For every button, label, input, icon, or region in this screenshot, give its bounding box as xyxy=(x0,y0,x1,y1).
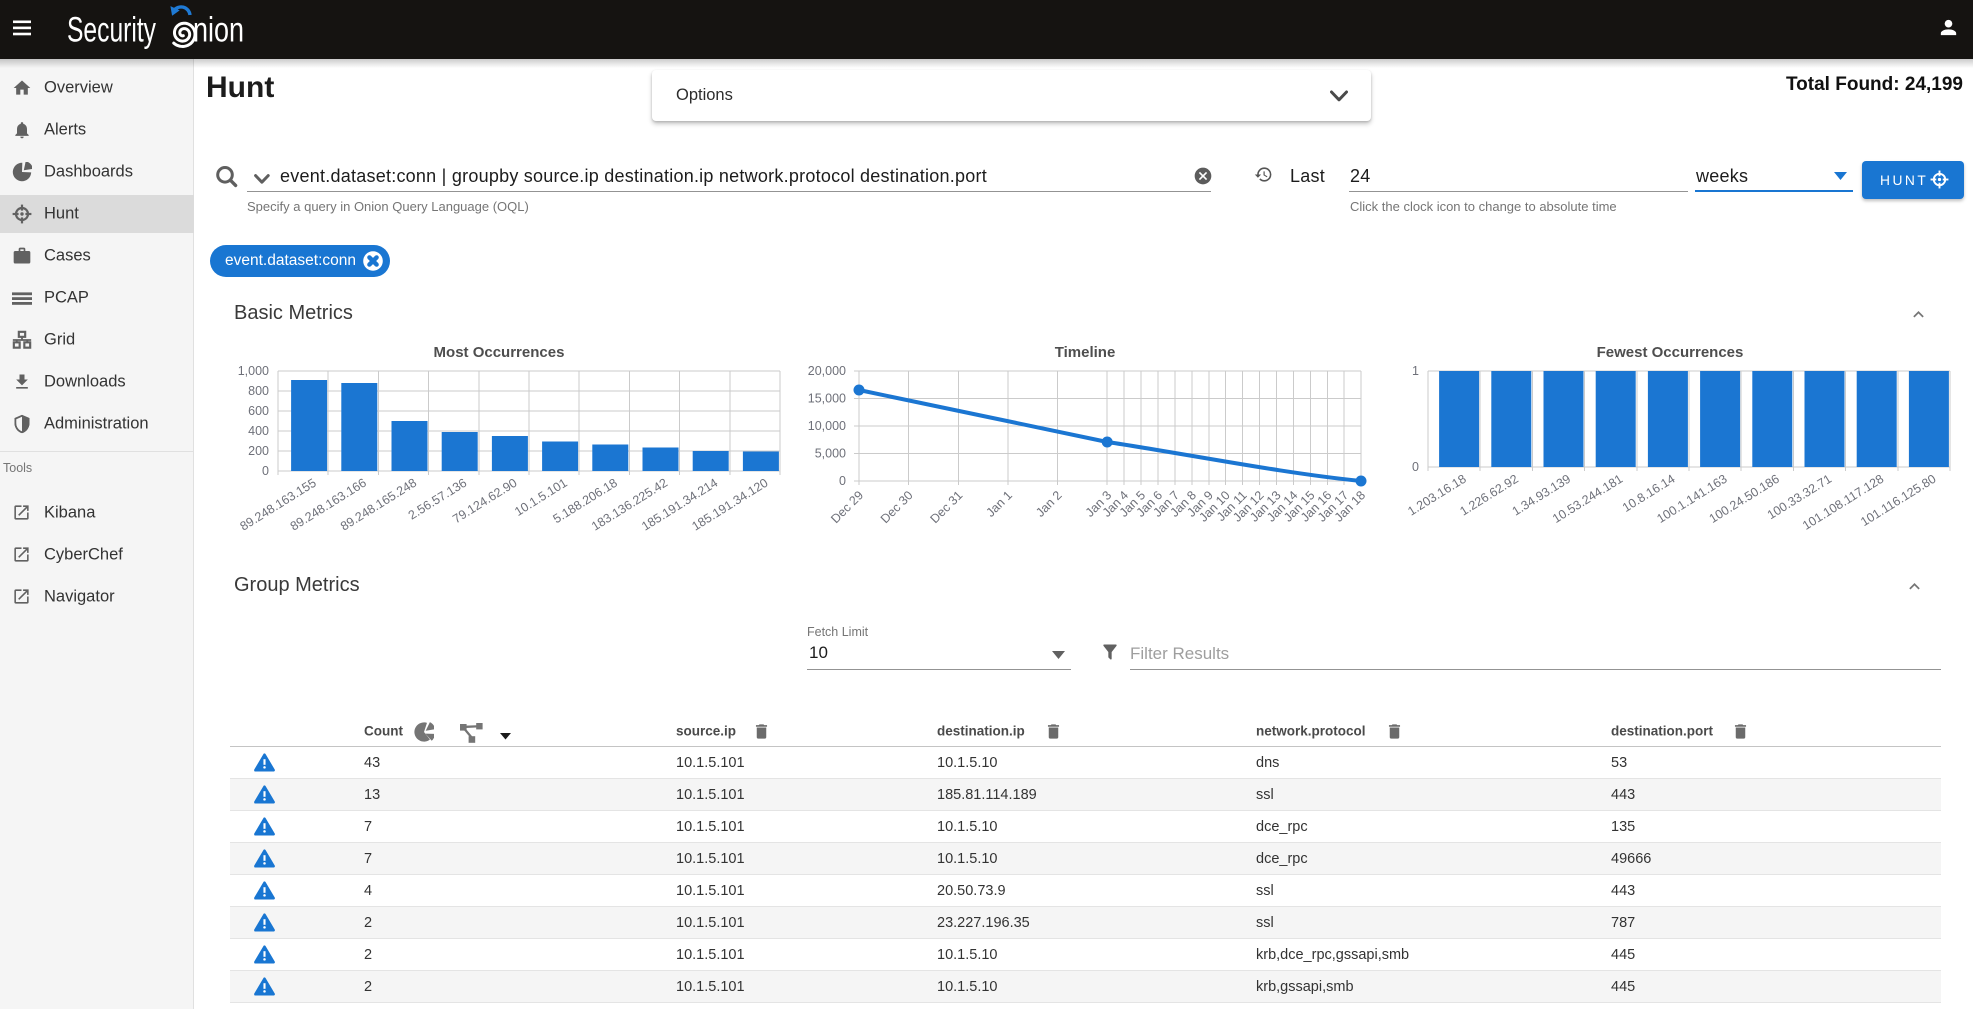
svg-text:Dec 30: Dec 30 xyxy=(878,488,916,526)
svg-text:Security: Security xyxy=(67,11,156,50)
svg-text:nion: nion xyxy=(193,11,244,50)
svg-text:5,000: 5,000 xyxy=(815,447,846,461)
svg-text:400: 400 xyxy=(248,424,269,438)
svg-text:Jan 1: Jan 1 xyxy=(983,488,1015,520)
svg-text:1,000: 1,000 xyxy=(238,364,269,378)
svg-text:600: 600 xyxy=(248,404,269,418)
svg-text:1.203.16.18: 1.203.16.18 xyxy=(1405,472,1468,519)
svg-text:Dec 29: Dec 29 xyxy=(828,488,866,526)
svg-text:20,000: 20,000 xyxy=(808,364,846,378)
svg-text:200: 200 xyxy=(248,444,269,458)
svg-text:0: 0 xyxy=(1412,460,1419,474)
svg-text:0: 0 xyxy=(262,464,269,478)
svg-text:800: 800 xyxy=(248,384,269,398)
svg-text:0: 0 xyxy=(839,474,846,488)
svg-text:15,000: 15,000 xyxy=(808,392,846,406)
svg-text:10,000: 10,000 xyxy=(808,419,846,433)
svg-text:1: 1 xyxy=(1412,364,1419,378)
svg-text:Jan 2: Jan 2 xyxy=(1033,488,1065,520)
svg-text:1.226.62.92: 1.226.62.92 xyxy=(1457,472,1520,519)
svg-text:Dec 31: Dec 31 xyxy=(928,488,966,526)
